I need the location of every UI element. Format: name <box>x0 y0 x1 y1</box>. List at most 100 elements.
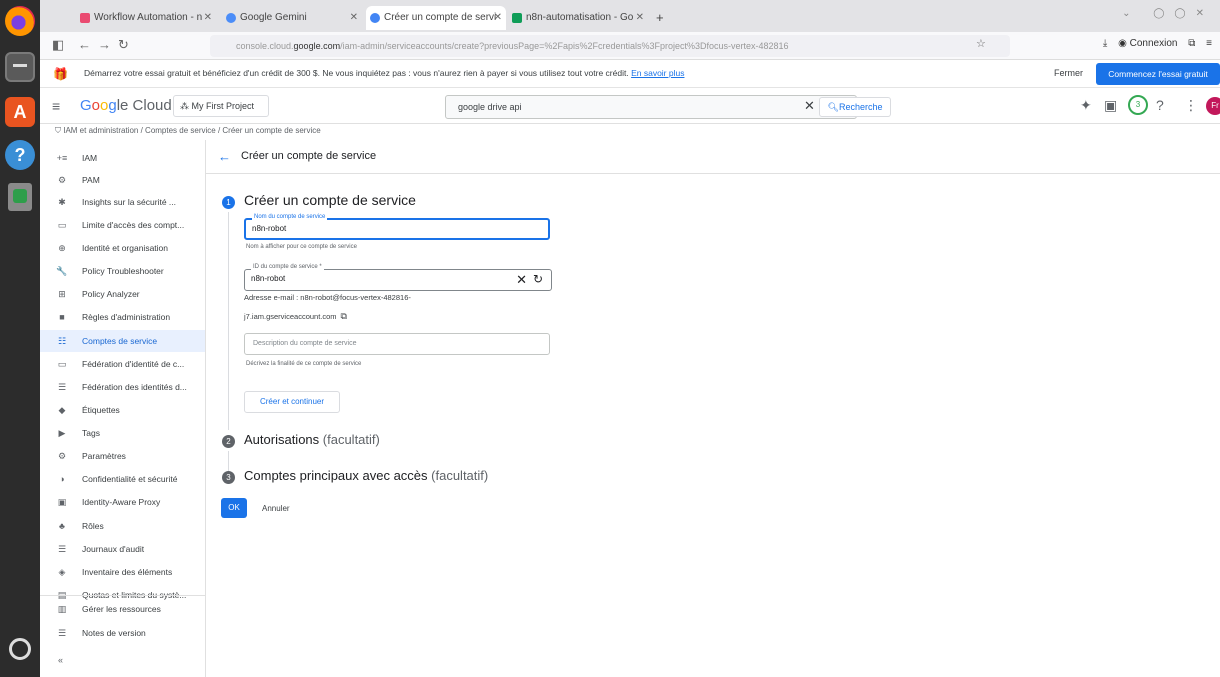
name-field-hint: Nom à afficher pour ce compte de service <box>246 244 357 250</box>
gemini-sparkle-icon[interactable]: ✦ <box>1080 97 1092 114</box>
sheets-tab-icon <box>512 13 522 23</box>
browser-nav-bar: ◧ ← → ↻ console.cloud.google.com/iam-adm… <box>40 32 1220 60</box>
help-icon[interactable]: ? <box>1156 97 1164 113</box>
tab-workflow[interactable]: Workflow Automation - n ✕ <box>76 6 216 30</box>
sidebar-item-icon: ☰ <box>57 544 67 554</box>
copy-icon[interactable]: ⧉ <box>341 311 347 321</box>
create-and-continue-button[interactable]: Créer et continuer <box>244 391 340 413</box>
trash-icon[interactable] <box>8 183 32 211</box>
sidebar-item-identity-aware-proxy[interactable]: ▣ Identity-Aware Proxy <box>40 491 205 513</box>
close-tab-icon[interactable]: ✕ <box>204 6 212 30</box>
sidebar-item-comptes-de-service[interactable]: ☷ Comptes de service <box>40 330 205 352</box>
close-banner-button[interactable]: Fermer <box>1054 68 1083 78</box>
back-icon[interactable]: ← <box>78 37 91 52</box>
sidebar-item-notes-de-version[interactable]: ☰ Notes de version <box>40 622 205 644</box>
window-controls[interactable]: ⌄ ◯◯✕ <box>1122 8 1214 19</box>
sidebar-item-label: Confidentialité et sécurité <box>82 474 178 484</box>
breadcrumb-text[interactable]: IAM et administration / Comptes de servi… <box>63 126 320 135</box>
tab-gemini[interactable]: Google Gemini ✕ <box>222 6 362 30</box>
project-picker[interactable]: ⁂ My First Project <box>173 95 269 117</box>
search-button[interactable]: 🔍︎Recherche <box>819 97 891 117</box>
sidebar-item-confidentialite-et-securite[interactable]: ◑ Confidentialité et sécurité <box>40 468 205 490</box>
sidebar-item-icon: ♣ <box>59 521 65 531</box>
forward-icon[interactable]: → <box>98 37 111 52</box>
sidebar-item-regles-d-administration[interactable]: ■ Règles d'administration <box>40 306 205 328</box>
cancel-button[interactable]: Annuler <box>262 504 290 513</box>
regenerate-id-icon[interactable]: ↻ <box>533 272 543 286</box>
clear-id-icon[interactable]: ✕ <box>516 272 527 288</box>
logo-letter: o <box>91 97 101 114</box>
firefox-icon[interactable] <box>5 6 35 36</box>
bookmark-star-icon[interactable]: ☆ <box>976 37 986 50</box>
ok-button[interactable]: OK <box>221 498 247 518</box>
show-apps-icon[interactable] <box>9 638 31 660</box>
sidebar-item-iam[interactable]: +≡ IAM <box>40 147 205 169</box>
trial-text: Démarrez votre essai gratuit et bénéfici… <box>84 68 684 78</box>
sidebar-item-policy-troubleshooter[interactable]: 🔧 Policy Troubleshooter <box>40 260 205 282</box>
tab-create-service-account[interactable]: Créer un compte de servi ✕ <box>366 6 506 30</box>
sidebar-item-federation-des-identites-d[interactable]: ☰ Fédération des identités d... <box>40 376 205 398</box>
project-name: My First Project <box>191 101 255 111</box>
learn-more-link[interactable]: En savoir plus <box>631 68 684 78</box>
clear-search-icon[interactable]: ✕ <box>804 98 815 114</box>
hamburger-menu-icon[interactable]: ≡ <box>52 98 60 114</box>
sidebar-item-label: Étiquettes <box>82 405 120 415</box>
sidebar-item-parametres[interactable]: ⚙ Paramètres <box>40 445 205 467</box>
app-center-icon[interactable]: A <box>5 97 35 127</box>
step-2-title[interactable]: Autorisations (facultatif) <box>244 432 380 447</box>
more-vert-icon[interactable]: ⋮ <box>1184 97 1198 114</box>
service-account-description-field[interactable]: Description du compte de service <box>244 333 550 355</box>
menu-icon[interactable]: ≡ <box>1206 38 1212 49</box>
connexion-button[interactable]: Connexion <box>1130 38 1178 49</box>
account-icon[interactable]: ◉ <box>1118 38 1127 49</box>
sidebar-item-tags[interactable]: ▶ Tags <box>40 422 205 444</box>
name-field-label: Nom du compte de service <box>252 214 328 220</box>
step-3-title[interactable]: Comptes principaux avec accès (facultati… <box>244 468 488 483</box>
sidebar-item-federation-d-identite-de-c[interactable]: ▭ Fédération d'identité de c... <box>40 353 205 375</box>
sidebar-item-label: Règles d'administration <box>82 312 171 322</box>
sidebar-item-roles[interactable]: ♣ Rôles <box>40 515 205 537</box>
sidebar-toggle-icon[interactable]: ◧ <box>52 37 64 53</box>
sidebar-item-identite-et-organisation[interactable]: ⊕ Identité et organisation <box>40 237 205 259</box>
sidebar-item-limite-d-acces-des-compt[interactable]: ▭ Limite d'accès des compt... <box>40 214 205 236</box>
reload-icon[interactable]: ↻ <box>118 37 129 53</box>
description-placeholder: Description du compte de service <box>253 340 357 347</box>
close-tab-icon[interactable]: ✕ <box>350 6 358 30</box>
collapse-sidebar-icon[interactable]: « <box>58 655 63 665</box>
close-tab-icon[interactable]: ✕ <box>494 6 502 30</box>
extensions-icon[interactable]: ⧉ <box>1188 38 1195 49</box>
sidebar-item-gerer-les-ressources[interactable]: ▥ Gérer les ressources <box>40 598 205 620</box>
sidebar-item-inventaire-des-elements[interactable]: ◈ Inventaire des éléments <box>40 561 205 583</box>
sidebar-item-icon: +≡ <box>56 153 68 163</box>
cloud-shell-icon[interactable]: ▣ <box>1104 97 1117 114</box>
help-icon[interactable]: ? <box>5 140 35 170</box>
back-arrow-icon[interactable]: ← <box>218 149 231 164</box>
close-tab-icon[interactable]: ✕ <box>636 6 644 30</box>
download-icon[interactable]: ⤓ <box>1103 38 1107 49</box>
new-tab-button[interactable]: + <box>652 6 672 30</box>
sidebar-item-label: Journaux d'audit <box>82 544 145 554</box>
notifications-count[interactable]: 3 <box>1128 95 1148 115</box>
google-cloud-logo[interactable]: Google Cloud <box>80 97 172 114</box>
sidebar-item-policy-analyzer[interactable]: ⊞ Policy Analyzer <box>40 283 205 305</box>
tab-sheets[interactable]: n8n-automatisation - Go ✕ <box>508 6 648 30</box>
search-input[interactable]: google drive api <box>445 95 857 119</box>
name-field-value: n8n-robot <box>252 224 287 233</box>
browser-tab-bar: Workflow Automation - n ✕ Google Gemini ✕ … <box>40 0 1220 32</box>
url-bar[interactable]: console.cloud.google.com/iam-admin/servi… <box>210 35 1010 57</box>
sidebar-item-insights-sur-la-securite[interactable]: ✱ Insights sur la sécurité ... <box>40 191 205 213</box>
start-trial-button[interactable]: Commencez l'essai gratuit <box>1096 63 1220 85</box>
terminal-icon[interactable] <box>5 52 35 82</box>
sidebar-item-pam[interactable]: ⚙ PAM <box>40 169 205 191</box>
sidebar-item-icon: ◈ <box>58 567 66 577</box>
service-account-id-field[interactable]: ID du compte de service * n8n-robot ✕ ↻ <box>244 264 552 291</box>
avatar[interactable]: Fr <box>1206 97 1220 115</box>
sidebar-item-label: Policy Analyzer <box>82 289 140 299</box>
sidebar-item-label: Identity-Aware Proxy <box>82 497 161 507</box>
sidebar-item-journaux-d-audit[interactable]: ☰ Journaux d'audit <box>40 538 205 560</box>
sidebar-item-label: Comptes de service <box>82 336 158 346</box>
sidebar-item-etiquettes[interactable]: ◆ Étiquettes <box>40 399 205 421</box>
sidebar-item-icon: ⊞ <box>58 289 66 299</box>
id-field-label: ID du compte de service * <box>251 264 324 270</box>
service-account-name-field[interactable]: Nom du compte de service n8n-robot <box>244 214 550 240</box>
